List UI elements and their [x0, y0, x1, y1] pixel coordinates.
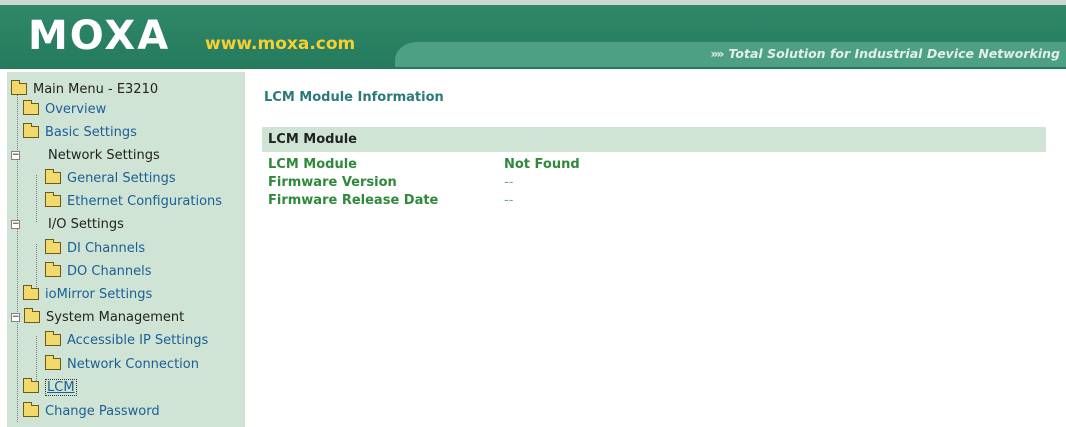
sidebar-item-label: ioMirror Settings: [45, 286, 153, 302]
sidebar-item-label: Network Settings: [48, 147, 160, 163]
header-top-border: [0, 0, 1066, 5]
info-row-firmware-release-date: Firmware Release Date --: [268, 193, 513, 209]
folder-icon: [45, 262, 61, 277]
sidebar-item-system-management[interactable]: − System Management: [11, 306, 184, 328]
folder-icon: [45, 169, 61, 184]
sidebar-item-label: General Settings: [67, 170, 176, 186]
folder-icon: [45, 331, 61, 346]
sidebar-item-lcm[interactable]: LCM: [23, 376, 77, 398]
sidebar-item-label: Overview: [45, 101, 107, 117]
sidebar-item-overview[interactable]: Overview: [23, 98, 106, 120]
info-label: LCM Module: [268, 157, 357, 172]
collapse-icon[interactable]: −: [11, 312, 20, 322]
collapse-icon[interactable]: −: [11, 219, 20, 229]
sidebar-item-change-password[interactable]: Change Password: [23, 400, 160, 422]
folder-icon: [23, 100, 39, 115]
sidebar-item-label: Accessible IP Settings: [67, 332, 209, 348]
info-row-lcm-module: LCM Module Not Found: [268, 157, 580, 173]
collapse-icon[interactable]: −: [11, 150, 20, 160]
folder-icon: [23, 285, 39, 300]
info-value: --: [504, 175, 514, 190]
sidebar-item-label: Basic Settings: [45, 124, 137, 140]
folder-icon: [23, 123, 39, 138]
page-title: LCM Module Information: [264, 90, 444, 105]
sidebar-item-do-channels[interactable]: DO Channels: [45, 260, 152, 282]
tree-line: [17, 92, 18, 422]
sidebar-item-ethernet-configurations[interactable]: Ethernet Configurations: [45, 190, 222, 212]
sidebar-root-main-menu[interactable]: Main Menu - E3210: [11, 78, 158, 100]
sidebar-item-network-connection[interactable]: Network Connection: [45, 353, 199, 375]
moxa-logo: MOXA: [28, 13, 171, 59]
sidebar-menu-tree: Main Menu - E3210 Overview Basic Setting…: [7, 72, 245, 427]
folder-icon: [23, 402, 39, 417]
sidebar-item-io-settings[interactable]: − I/O Settings: [11, 213, 124, 235]
sidebar-item-label: DI Channels: [67, 240, 146, 256]
folder-icon: [23, 378, 39, 393]
sidebar-item-label: I/O Settings: [48, 216, 124, 232]
tagline-text: Total Solution for Industrial Device Net…: [728, 46, 1060, 61]
info-label: Firmware Version: [268, 175, 397, 190]
info-label: Firmware Release Date: [268, 193, 439, 208]
open-folder-icon: [24, 308, 40, 323]
sidebar-item-label: DO Channels: [67, 263, 152, 279]
sidebar-item-di-channels[interactable]: DI Channels: [45, 237, 145, 259]
moxa-url-link[interactable]: www.moxa.com: [205, 34, 355, 54]
double-chevron-icon: »»: [710, 46, 724, 61]
sidebar-root-label: Main Menu - E3210: [33, 81, 159, 97]
sidebar-item-general-settings[interactable]: General Settings: [45, 167, 176, 189]
tagline-band: »» Total Solution for Industrial Device N…: [395, 42, 1066, 67]
info-row-firmware-version: Firmware Version --: [268, 175, 513, 191]
open-folder-icon: [11, 80, 27, 95]
section-header: LCM Module: [262, 127, 1046, 152]
sidebar-item-accessible-ip-settings[interactable]: Accessible IP Settings: [45, 329, 208, 351]
folder-icon: [45, 239, 61, 254]
sidebar-item-network-settings[interactable]: − Network Settings: [11, 144, 160, 166]
sidebar-item-basic-settings[interactable]: Basic Settings: [23, 121, 137, 143]
sidebar-item-label: LCM: [45, 378, 77, 396]
sidebar-item-iomirror-settings[interactable]: ioMirror Settings: [23, 283, 152, 305]
sidebar-item-label: System Management: [46, 309, 185, 325]
tagline: »» Total Solution for Industrial Device N…: [710, 46, 1060, 61]
folder-icon: [45, 192, 61, 207]
sidebar-item-label: Network Connection: [67, 356, 199, 372]
header-banner: MOXA www.moxa.com »» Total Solution for I…: [0, 0, 1066, 69]
folder-icon: [45, 355, 61, 370]
info-value: --: [504, 193, 514, 208]
sidebar-item-label: Change Password: [45, 403, 160, 419]
info-value: Not Found: [504, 157, 580, 172]
sidebar-item-label: Ethernet Configurations: [67, 193, 223, 209]
